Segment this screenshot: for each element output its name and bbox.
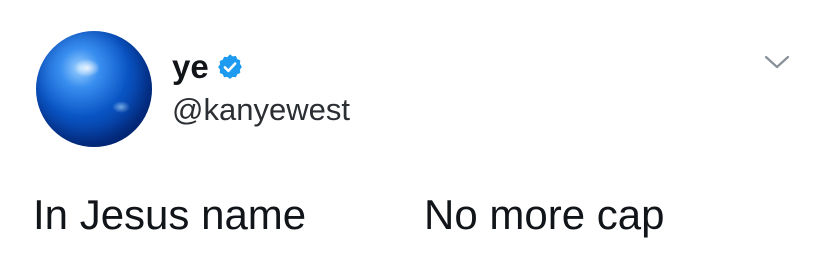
author-name-row: ye <box>172 48 244 86</box>
tweet-card: ye @kanyewest In Jesus name No more cap <box>0 0 825 275</box>
author-avatar[interactable] <box>36 31 152 147</box>
tweet-text-part-1: In Jesus name <box>33 191 307 238</box>
author-display-name[interactable]: ye <box>172 48 209 86</box>
verified-badge-icon <box>216 53 244 81</box>
chevron-down-icon[interactable] <box>762 52 792 72</box>
tweet-text-part-2: No more cap <box>424 191 665 238</box>
avatar-reflection <box>112 101 130 113</box>
author-handle[interactable]: @kanyewest <box>172 92 350 128</box>
avatar-highlight <box>74 59 100 77</box>
